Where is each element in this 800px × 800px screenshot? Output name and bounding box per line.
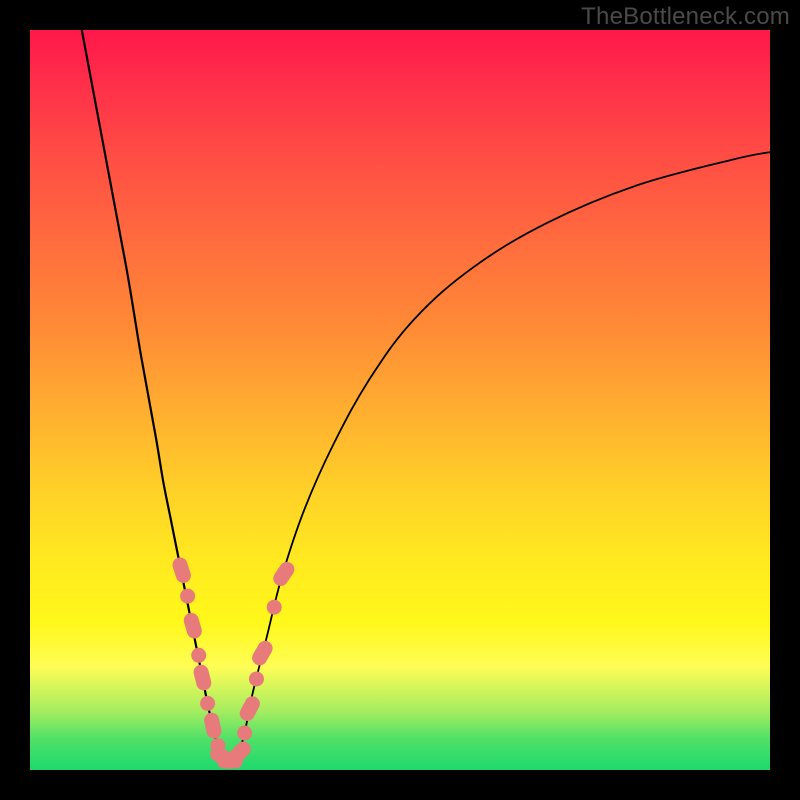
- plot-area: [30, 30, 770, 770]
- chart-svg: [30, 30, 770, 770]
- data-point-pill: [237, 694, 262, 724]
- data-point-dot: [180, 589, 195, 604]
- data-point-dot: [267, 600, 282, 615]
- attribution-text: TheBottleneck.com: [581, 3, 790, 31]
- data-point-pill: [171, 556, 193, 585]
- chart-frame: TheBottleneck.com: [0, 0, 800, 800]
- data-point-pill: [270, 559, 297, 589]
- data-point-dot: [191, 648, 206, 663]
- data-point-pill: [203, 711, 223, 740]
- data-point-pill: [192, 663, 213, 692]
- data-point-pill: [249, 638, 275, 668]
- data-point-dot: [200, 696, 215, 711]
- data-point-pill: [182, 611, 204, 640]
- curve-right-arm: [237, 152, 770, 759]
- data-point-dot: [249, 671, 264, 686]
- data-point-dot: [237, 726, 252, 741]
